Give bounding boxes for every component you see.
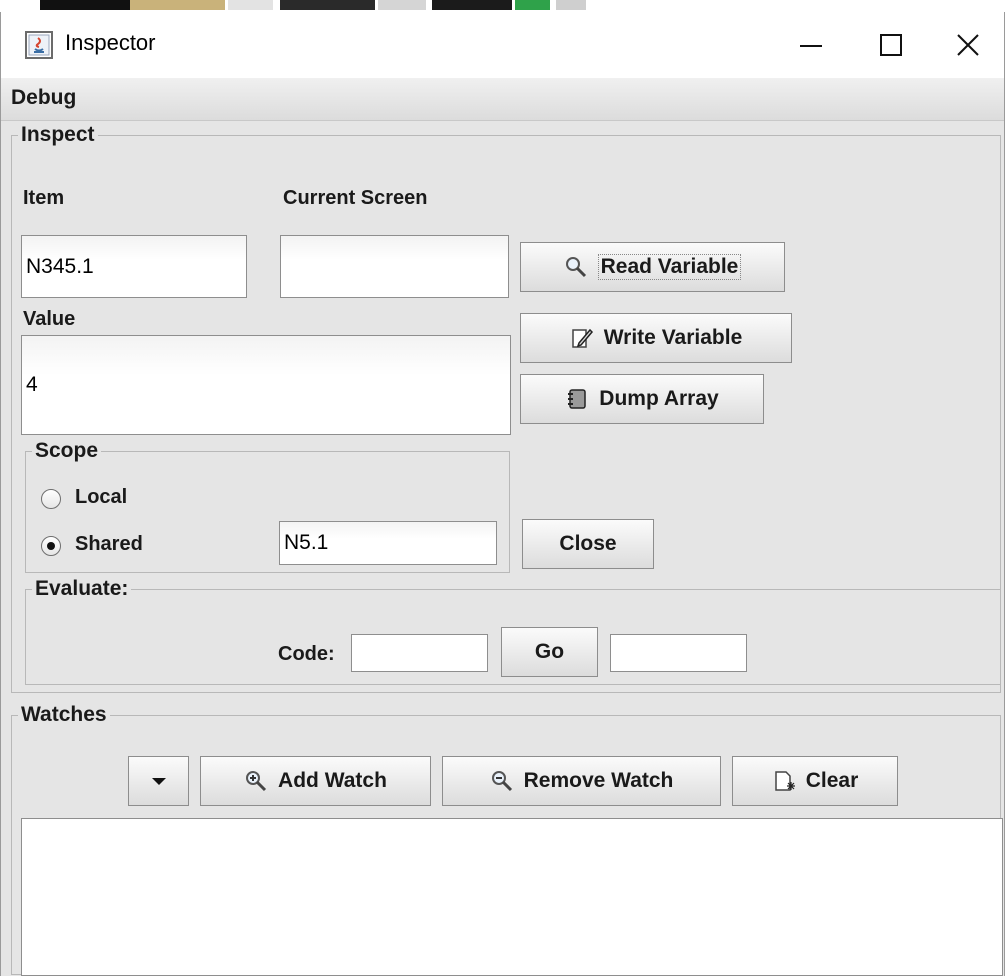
current-screen-label: Current Screen <box>283 187 428 209</box>
menu-bar: Debug <box>1 78 1004 121</box>
remove-watch-button[interactable]: Remove Watch <box>442 756 721 806</box>
write-variable-label: Write Variable <box>603 326 743 349</box>
clear-label: Clear <box>805 769 859 792</box>
minimize-icon <box>800 45 822 47</box>
add-watch-label: Add Watch <box>278 769 387 792</box>
inspect-legend: Inspect <box>21 123 95 146</box>
pencil-edit-icon <box>570 326 594 350</box>
zoom-in-icon <box>244 769 268 793</box>
go-button[interactable]: Go <box>501 627 598 677</box>
background-strip <box>0 0 1005 12</box>
content-panel: Inspect Item Current Screen N345.1 Read … <box>1 121 1004 976</box>
scope-legend: Scope <box>35 439 99 462</box>
code-label: Code: <box>278 643 335 665</box>
magnifier-icon <box>564 255 588 279</box>
value-input[interactable]: 4 <box>21 335 511 435</box>
inspector-window: Inspector Debug Inspect Item Current Scr… <box>0 12 1005 976</box>
code-input[interactable] <box>351 634 488 672</box>
add-watch-button[interactable]: Add Watch <box>200 756 431 806</box>
close-button-label: Close <box>559 532 617 555</box>
read-variable-button[interactable]: Read Variable <box>520 242 785 292</box>
evaluate-result-field <box>610 634 747 672</box>
go-label: Go <box>534 640 565 663</box>
watch-dropdown-button[interactable] <box>128 756 189 806</box>
zoom-out-icon <box>490 769 514 793</box>
notebook-icon <box>565 387 589 411</box>
scope-local-radio[interactable] <box>41 489 61 509</box>
dump-array-label: Dump Array <box>599 387 719 410</box>
scope-local-label[interactable]: Local <box>75 486 127 509</box>
clear-button[interactable]: Clear <box>732 756 898 806</box>
item-label: Item <box>23 187 65 209</box>
remove-watch-label: Remove Watch <box>523 769 674 792</box>
close-button[interactable]: Close <box>522 519 654 569</box>
close-icon <box>957 34 979 56</box>
minimize-button[interactable] <box>766 12 856 78</box>
item-input[interactable]: N345.1 <box>21 235 247 298</box>
watches-list[interactable] <box>21 818 1003 976</box>
evaluate-legend: Evaluate: <box>35 577 129 600</box>
title-bar: Inspector <box>1 12 1004 78</box>
value-label: Value <box>23 308 76 330</box>
current-screen-input[interactable] <box>280 235 509 298</box>
clear-document-icon <box>772 769 796 793</box>
maximize-icon <box>880 34 902 56</box>
write-variable-button[interactable]: Write Variable <box>520 313 792 363</box>
read-variable-label: Read Variable <box>597 254 742 280</box>
caret-down-icon <box>147 769 171 793</box>
java-app-icon <box>25 31 53 59</box>
shared-scope-input[interactable]: N5.1 <box>279 521 497 565</box>
menu-debug[interactable]: Debug <box>11 86 76 110</box>
window-title: Inspector <box>65 30 156 55</box>
scope-shared-label[interactable]: Shared <box>75 533 143 556</box>
close-window-button[interactable] <box>923 12 1005 78</box>
dump-array-button[interactable]: Dump Array <box>520 374 764 424</box>
scope-shared-radio[interactable] <box>41 536 61 556</box>
watches-legend: Watches <box>21 703 107 726</box>
